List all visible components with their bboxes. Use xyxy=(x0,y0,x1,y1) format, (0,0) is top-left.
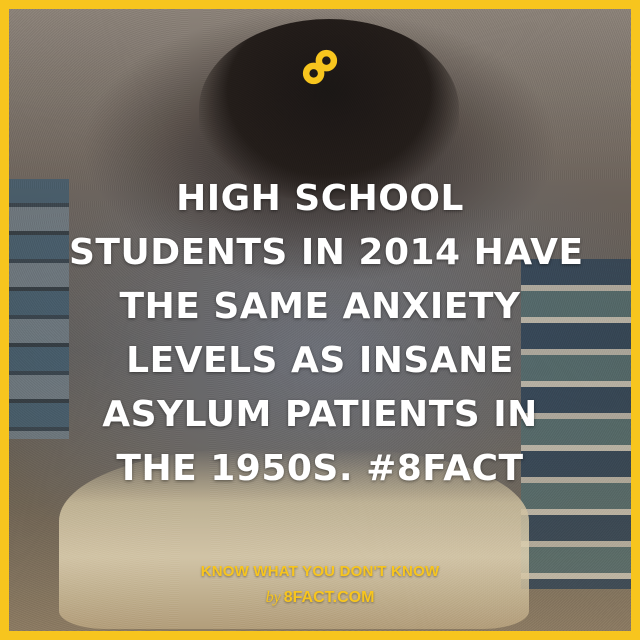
headline-line: ASYLUM PATIENTS IN xyxy=(102,394,538,435)
headline-line: THE SAME ANXIETY xyxy=(119,286,521,327)
image-card: HIGH SCHOOL STUDENTS IN 2014 HAVE THE SA… xyxy=(0,0,640,640)
brand-byline: by 8FACT.COM xyxy=(9,589,631,607)
site-link[interactable]: 8FACT.COM xyxy=(284,589,375,606)
headline-line: HIGH SCHOOL xyxy=(176,178,464,219)
infinity-8-icon xyxy=(302,49,338,85)
headline-line: LEVELS AS INSANE xyxy=(126,340,514,381)
byline-prefix: by xyxy=(265,589,281,606)
fact-headline: HIGH SCHOOL STUDENTS IN 2014 HAVE THE SA… xyxy=(9,172,631,496)
headline-line: THE 1950S. #8FACT xyxy=(116,448,524,489)
headline-line: STUDENTS IN 2014 HAVE xyxy=(69,232,584,273)
brand-tagline: KNOW WHAT YOU DON'T KNOW xyxy=(200,563,440,580)
